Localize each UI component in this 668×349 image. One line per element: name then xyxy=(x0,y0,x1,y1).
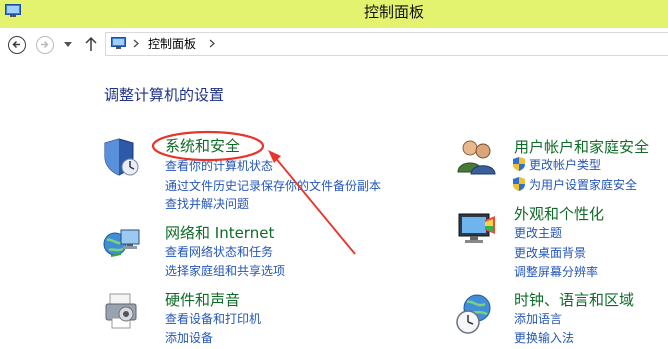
chevron-right-icon xyxy=(133,39,139,48)
link-adjust-resolution[interactable]: 调整屏幕分辨率 xyxy=(514,263,598,280)
pointer-arrow-line xyxy=(273,155,356,255)
navigation-bar: 控制面板 xyxy=(0,28,668,62)
category-title-user-accounts[interactable]: 用户帐户和家庭安全 xyxy=(514,136,649,157)
chevron-right-icon[interactable] xyxy=(209,39,215,48)
forward-button[interactable] xyxy=(36,36,54,54)
printer-icon[interactable] xyxy=(104,292,140,332)
breadcrumb-control-panel[interactable]: 控制面板 xyxy=(148,33,196,55)
network-globe-icon[interactable] xyxy=(103,226,143,260)
arrow-left-icon xyxy=(12,40,20,49)
uac-shield-icon xyxy=(513,157,525,171)
recent-locations-dropdown-icon[interactable] xyxy=(64,42,72,48)
link-homegroup-sharing[interactable]: 选择家庭组和共享选项 xyxy=(165,262,285,279)
link-view-computer-status[interactable]: 查看你的计算机状态 xyxy=(165,157,273,174)
shield-icon[interactable] xyxy=(103,137,141,177)
link-family-safety-label[interactable]: 为用户设置家庭安全 xyxy=(529,178,637,192)
link-change-account-type[interactable]: 更改帐户类型 xyxy=(513,156,601,173)
up-arrow-icon[interactable] xyxy=(85,36,97,52)
window-title: 控制面板 xyxy=(363,3,424,21)
link-change-input-method[interactable]: 更换输入法 xyxy=(514,329,574,346)
category-title-network[interactable]: 网络和 Internet xyxy=(165,222,274,243)
link-network-status[interactable]: 查看网络状态和任务 xyxy=(165,243,273,260)
link-devices-printers[interactable]: 查看设备和打印机 xyxy=(165,310,261,327)
control-panel-icon xyxy=(111,37,126,49)
category-title-hardware[interactable]: 硬件和声音 xyxy=(165,289,240,310)
clock-globe-icon[interactable] xyxy=(455,292,495,336)
category-title-system-security[interactable]: 系统和安全 xyxy=(165,135,240,156)
monitor-icon[interactable] xyxy=(457,212,497,248)
category-title-appearance[interactable]: 外观和个性化 xyxy=(514,203,604,224)
users-icon[interactable] xyxy=(456,138,496,176)
back-button[interactable] xyxy=(8,36,26,54)
link-change-theme[interactable]: 更改主题 xyxy=(514,224,562,241)
link-change-account-type-label[interactable]: 更改帐户类型 xyxy=(529,158,601,172)
category-title-clock[interactable]: 时钟、语言和区域 xyxy=(514,289,634,310)
link-add-language[interactable]: 添加语言 xyxy=(514,310,562,327)
title-bar: 控制面板 xyxy=(0,0,668,28)
page-heading: 调整计算机的设置 xyxy=(104,86,225,104)
arrow-right-icon xyxy=(41,40,49,49)
address-bar[interactable]: 控制面板 xyxy=(105,32,668,56)
link-family-safety[interactable]: 为用户设置家庭安全 xyxy=(513,176,637,193)
link-change-desktop-background[interactable]: 更改桌面背景 xyxy=(514,244,586,261)
link-troubleshoot[interactable]: 查找并解决问题 xyxy=(165,195,249,212)
link-file-history-backup[interactable]: 通过文件历史记录保存你的文件备份副本 xyxy=(165,177,381,194)
link-add-device[interactable]: 添加设备 xyxy=(165,329,213,346)
uac-shield-icon xyxy=(513,177,525,191)
